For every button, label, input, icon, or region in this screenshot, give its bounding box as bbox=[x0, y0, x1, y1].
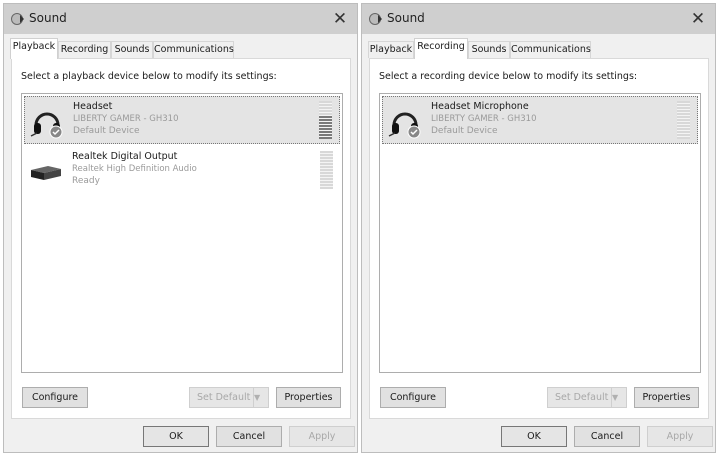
instruction-text: Select a recording device below to modif… bbox=[379, 71, 638, 82]
tab-recording[interactable]: Recording bbox=[414, 38, 468, 59]
device-status: Default Device bbox=[73, 126, 140, 136]
sound-dialog-playback: Sound ✕ Playback Recording Sounds Commun… bbox=[3, 3, 358, 453]
headset-icon bbox=[30, 112, 63, 139]
level-meter bbox=[319, 101, 332, 139]
set-default-label: Set Default bbox=[197, 392, 251, 403]
window-title: Sound bbox=[29, 11, 67, 25]
cancel-button[interactable]: Cancel bbox=[574, 426, 640, 447]
speaker-icon bbox=[11, 13, 24, 25]
headset-icon bbox=[388, 112, 421, 139]
configure-button[interactable]: Configure bbox=[380, 387, 446, 408]
properties-button[interactable]: Properties bbox=[276, 387, 341, 408]
device-description: Realtek High Definition Audio bbox=[72, 164, 197, 174]
device-item-realtek[interactable]: Realtek Digital Output Realtek High Defi… bbox=[24, 147, 340, 195]
apply-button[interactable]: Apply bbox=[289, 426, 355, 447]
tab-communications[interactable]: Communications bbox=[153, 41, 234, 58]
instruction-text: Select a playback device below to modify… bbox=[21, 71, 277, 82]
device-description: LIBERTY GAMER - GH310 bbox=[431, 114, 537, 124]
configure-button[interactable]: Configure bbox=[22, 387, 88, 408]
tab-playback[interactable]: Playback bbox=[10, 38, 58, 59]
device-item-headset-microphone[interactable]: Headset Microphone LIBERTY GAMER - GH310… bbox=[382, 96, 698, 144]
chevron-down-icon[interactable]: ▼ bbox=[253, 388, 268, 407]
speaker-box-icon bbox=[31, 166, 61, 180]
device-name: Headset bbox=[73, 101, 113, 112]
speaker-icon bbox=[369, 13, 382, 25]
title-bar[interactable]: Sound ✕ bbox=[362, 4, 715, 34]
close-button[interactable]: ✕ bbox=[329, 8, 351, 30]
sound-dialog-recording: Sound ✕ Playback Recording Sounds Commun… bbox=[361, 3, 716, 453]
device-status: Default Device bbox=[431, 126, 498, 136]
ok-button[interactable]: OK bbox=[501, 426, 567, 447]
level-meter bbox=[320, 151, 333, 189]
tab-sounds[interactable]: Sounds bbox=[468, 41, 510, 58]
window-title: Sound bbox=[387, 11, 425, 25]
set-default-button[interactable]: Set Default ▼ bbox=[547, 387, 627, 408]
device-name: Realtek Digital Output bbox=[72, 151, 178, 162]
tab-playback[interactable]: Playback bbox=[368, 41, 414, 58]
properties-label: Properties bbox=[284, 392, 333, 403]
close-button[interactable]: ✕ bbox=[687, 8, 709, 30]
tab-recording[interactable]: Recording bbox=[58, 41, 111, 58]
configure-label: Configure bbox=[31, 392, 79, 403]
configure-label: Configure bbox=[389, 392, 437, 403]
device-item-headset[interactable]: Headset LIBERTY GAMER - GH310 Default De… bbox=[24, 96, 340, 144]
set-default-button[interactable]: Set Default ▼ bbox=[189, 387, 269, 408]
tab-communications[interactable]: Communications bbox=[510, 41, 591, 58]
set-default-label: Set Default bbox=[555, 392, 609, 403]
chevron-down-icon[interactable]: ▼ bbox=[611, 388, 626, 407]
device-status: Ready bbox=[72, 176, 100, 186]
level-meter bbox=[677, 101, 690, 139]
device-name: Headset Microphone bbox=[431, 101, 529, 112]
tab-sounds[interactable]: Sounds bbox=[111, 41, 153, 58]
cancel-button[interactable]: Cancel bbox=[216, 426, 282, 447]
device-list[interactable]: Headset LIBERTY GAMER - GH310 Default De… bbox=[21, 93, 343, 373]
properties-button[interactable]: Properties bbox=[634, 387, 699, 408]
apply-button[interactable]: Apply bbox=[647, 426, 713, 447]
level-meter-fill bbox=[319, 116, 332, 139]
device-list[interactable]: Headset Microphone LIBERTY GAMER - GH310… bbox=[379, 93, 701, 373]
ok-button[interactable]: OK bbox=[143, 426, 209, 447]
device-description: LIBERTY GAMER - GH310 bbox=[73, 114, 179, 124]
title-bar[interactable]: Sound ✕ bbox=[4, 4, 357, 34]
properties-label: Properties bbox=[642, 392, 691, 403]
